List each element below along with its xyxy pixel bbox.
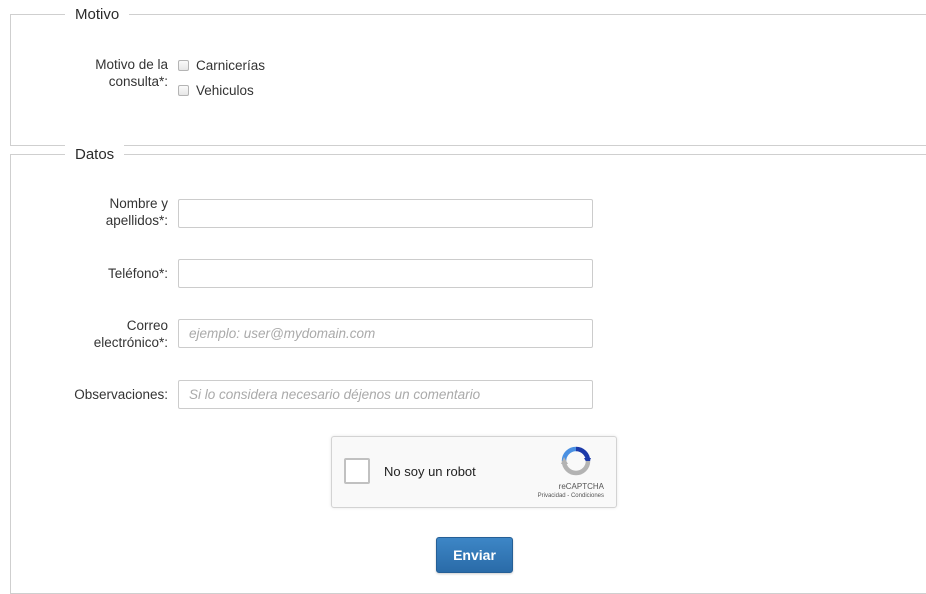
checkbox-carnicerias-row[interactable]: Carnicerías — [178, 56, 265, 74]
vehiculos-checkbox[interactable] — [178, 84, 189, 96]
correo-label: Correo electrónico*: — [93, 318, 168, 350]
recaptcha-links: Privacidad - Condiciones — [538, 493, 604, 499]
vehiculos-label: Vehiculos — [196, 82, 254, 98]
telefono-label: Teléfono*: — [107, 266, 168, 281]
recaptcha-brand: reCAPTCHA — [558, 482, 604, 491]
nombre-input[interactable] — [178, 199, 593, 228]
recaptcha-logo-icon — [561, 446, 591, 476]
observaciones-label: Observaciones: — [74, 387, 168, 402]
carnicerias-label: Carnicerías — [196, 57, 266, 73]
recaptcha-widget: No soy un robot reCAPTCHA Privacidad - C… — [331, 436, 617, 508]
motivo-consulta-label: Motivo de la consulta*: — [95, 57, 168, 89]
recaptcha-label: No soy un robot — [384, 464, 476, 479]
observaciones-input[interactable] — [178, 380, 593, 409]
recaptcha-checkbox[interactable] — [344, 458, 370, 484]
datos-legend: Datos — [65, 145, 125, 165]
recaptcha-privacy-link[interactable]: Privacidad — [538, 493, 566, 499]
carnicerias-checkbox[interactable] — [178, 59, 189, 71]
nombre-label: Nombre y apellidos*: — [105, 196, 168, 228]
correo-input[interactable] — [178, 319, 593, 348]
checkbox-vehiculos-row[interactable]: Vehiculos — [178, 81, 254, 99]
motivo-legend: Motivo — [65, 5, 130, 25]
enviar-button[interactable]: Enviar — [436, 537, 513, 573]
telefono-input[interactable] — [178, 259, 593, 288]
recaptcha-terms-link[interactable]: Condiciones — [571, 493, 604, 499]
